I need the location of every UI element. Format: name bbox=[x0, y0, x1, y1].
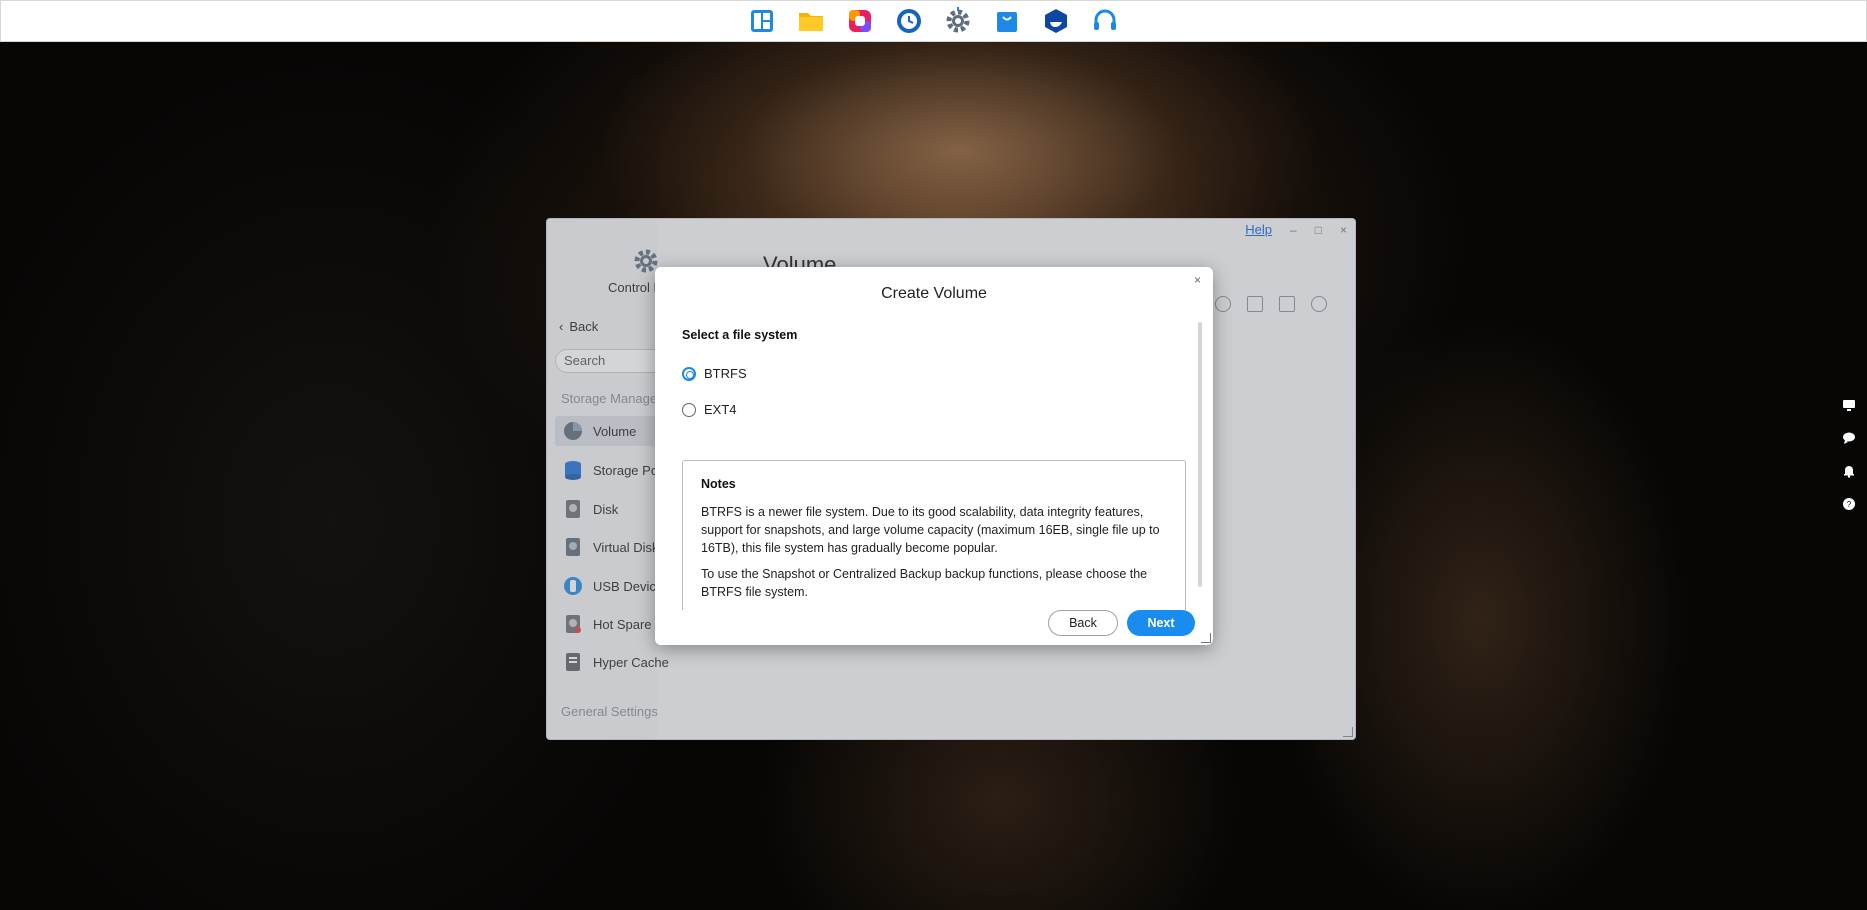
right-side-toolbar: ? bbox=[1841, 397, 1857, 512]
settings-gear-icon[interactable] bbox=[943, 6, 973, 36]
chat-icon[interactable] bbox=[1841, 430, 1857, 446]
notes-panel: Notes BTRFS is a newer file system. Due … bbox=[682, 460, 1186, 610]
taskbar bbox=[0, 0, 1867, 42]
svg-text:?: ? bbox=[1847, 500, 1852, 509]
photos-icon[interactable] bbox=[845, 6, 875, 36]
store-bag-icon[interactable] bbox=[992, 6, 1022, 36]
clock-icon[interactable] bbox=[894, 6, 924, 36]
ext4-radio[interactable] bbox=[682, 402, 696, 417]
back-button[interactable]: Back bbox=[1048, 610, 1118, 636]
next-button[interactable]: Next bbox=[1127, 610, 1195, 636]
ext4-label: EXT4 bbox=[704, 402, 737, 417]
file-system-label: Select a file system bbox=[682, 328, 798, 342]
btrfs-radio[interactable] bbox=[682, 366, 696, 381]
folder-icon[interactable] bbox=[796, 6, 826, 36]
btrfs-label: BTRFS bbox=[704, 366, 747, 381]
notes-paragraph-2: To use the Snapshot or Centralized Backu… bbox=[701, 567, 1148, 599]
docker-icon[interactable] bbox=[1041, 6, 1071, 36]
notes-paragraph-1: BTRFS is a newer file system. Due to its… bbox=[701, 505, 1160, 555]
dialog-resize-grip[interactable] bbox=[1201, 633, 1211, 643]
headset-icon[interactable] bbox=[1090, 6, 1120, 36]
notes-title: Notes bbox=[701, 477, 736, 491]
dialog-scrollbar[interactable] bbox=[1198, 322, 1202, 587]
monitor-icon[interactable] bbox=[1841, 397, 1857, 413]
btrfs-option[interactable]: BTRFS bbox=[682, 366, 747, 381]
bell-icon[interactable] bbox=[1841, 463, 1857, 479]
ext4-option[interactable]: EXT4 bbox=[682, 402, 737, 417]
layout-icon[interactable] bbox=[747, 6, 777, 36]
create-volume-dialog: Create Volume × Select a file system BTR… bbox=[655, 267, 1213, 645]
dialog-close-button[interactable]: × bbox=[1194, 273, 1201, 287]
dialog-title: Create Volume bbox=[881, 285, 987, 302]
help-circle-icon[interactable]: ? bbox=[1841, 496, 1857, 512]
